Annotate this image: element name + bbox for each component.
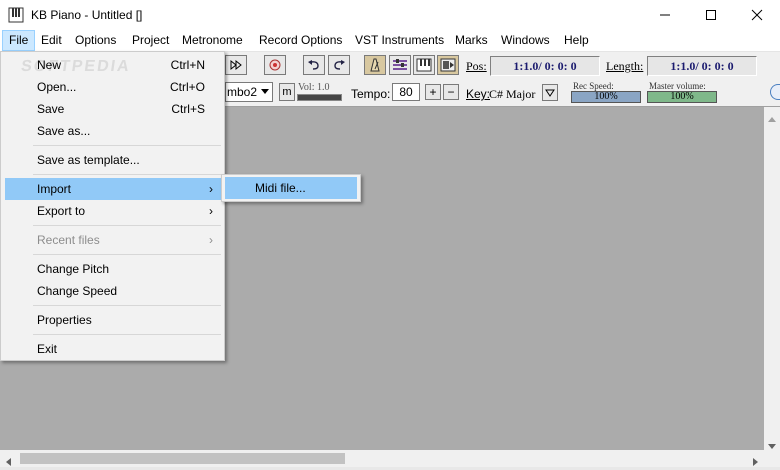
key-dropdown-button[interactable] (542, 84, 558, 101)
volume-label: Vol: 1.0 (298, 82, 330, 93)
master-volume-label: Master volume: (649, 81, 706, 91)
menu-separator (33, 145, 221, 146)
close-button[interactable] (734, 0, 780, 30)
mixer-icon[interactable] (389, 55, 411, 75)
rec-speed-value: 100% (571, 91, 641, 103)
menu-item-label: New (37, 58, 62, 72)
pos-label: Pos: (466, 59, 487, 73)
metronome-icon[interactable] (364, 55, 386, 75)
menu-bar: File Edit Options Project Metronome Reco… (0, 30, 780, 52)
window-title: KB Piano - Untitled [] (31, 8, 143, 22)
record-button[interactable] (264, 55, 286, 75)
master-volume-value: 100% (647, 91, 717, 103)
menu-separator (33, 305, 221, 306)
tempo-minus-button[interactable]: − (443, 84, 459, 100)
rec-speed-control[interactable]: Rec Speed: 100% (571, 81, 643, 103)
tempo-input[interactable]: 80 (392, 83, 420, 101)
menu-item-label: Recent files (37, 233, 100, 247)
menu-item-export-to[interactable]: Export to › (5, 200, 221, 222)
minimize-button[interactable] (642, 0, 688, 30)
menu-marks[interactable]: Marks (449, 30, 494, 51)
menu-item-shortcut: Ctrl+N (170, 58, 205, 72)
menu-item-label: Midi file... (255, 181, 306, 195)
menu-separator (33, 254, 221, 255)
tempo-label: Tempo: (351, 87, 391, 101)
menu-item-save[interactable]: Save Ctrl+S (5, 98, 221, 120)
menu-item-save-as-template[interactable]: Save as template... (5, 149, 221, 171)
menu-item-label: Properties (37, 313, 92, 327)
scroll-up-icon[interactable] (768, 111, 776, 125)
menu-item-change-pitch[interactable]: Change Pitch (5, 258, 221, 280)
redo-icon[interactable] (328, 55, 350, 75)
volume-bar (297, 94, 342, 101)
menu-item-recent-files: Recent files › (5, 229, 221, 251)
menu-item-label: Open... (37, 80, 77, 94)
menu-item-open[interactable]: Open... Ctrl+O (5, 76, 221, 98)
chevron-right-icon: › (209, 233, 213, 247)
chevron-down-icon (260, 85, 270, 100)
tempo-plus-button[interactable]: + (425, 84, 441, 100)
chevron-right-icon: › (209, 204, 213, 218)
play-forward-button[interactable] (225, 55, 247, 75)
rec-speed-label: Rec Speed: (573, 81, 614, 91)
menu-windows[interactable]: Windows (495, 30, 556, 51)
menu-item-save-as[interactable]: Save as... (5, 120, 221, 142)
menu-item-label: Change Speed (37, 284, 118, 298)
extra-toolbar-button[interactable] (770, 84, 780, 100)
menu-separator (33, 225, 221, 226)
menu-item-label: Exit (37, 342, 58, 356)
file-menu: SOFTPEDIA New Ctrl+N Open... Ctrl+O Save… (0, 51, 225, 361)
undo-icon[interactable] (303, 55, 325, 75)
horizontal-scroll-thumb[interactable] (20, 453, 345, 464)
menu-help[interactable]: Help (558, 30, 595, 51)
menu-file[interactable]: File (2, 30, 36, 51)
pos-display: 1:1.0/ 0: 0: 0 (490, 56, 600, 76)
keyboard-icon[interactable] (413, 55, 435, 75)
master-volume-control[interactable]: Master volume: 100% (647, 81, 719, 103)
menu-item-label: Save (37, 102, 65, 116)
key-value: C# Major (489, 87, 536, 101)
menu-separator (33, 174, 221, 175)
key-label: Key: (466, 87, 491, 101)
import-submenu: Midi file... (221, 174, 361, 202)
app-icon (8, 7, 24, 23)
menu-item-exit[interactable]: Exit (5, 338, 221, 360)
menu-item-midi-file[interactable]: Midi file... (225, 177, 357, 199)
scroll-corner (764, 450, 780, 467)
menu-record-options[interactable]: Record Options (253, 30, 348, 51)
menu-separator (33, 334, 221, 335)
menu-item-label: Export to (37, 204, 86, 218)
menu-item-change-speed[interactable]: Change Speed (5, 280, 221, 302)
instrument-combo-value: mbo2 (227, 85, 258, 99)
player-icon[interactable] (437, 55, 459, 75)
instrument-combo[interactable]: mbo2 (225, 82, 273, 102)
menu-item-label: Import (37, 182, 72, 196)
length-label: Length: (606, 59, 644, 73)
menu-item-shortcut: Ctrl+S (171, 102, 205, 116)
menu-metronome[interactable]: Metronome (176, 30, 249, 51)
menu-item-label: Change Pitch (37, 262, 110, 276)
menu-item-label: Save as template... (37, 153, 140, 167)
vertical-scrollbar[interactable] (764, 107, 780, 450)
menu-vst-instruments[interactable]: VST Instruments (349, 30, 450, 51)
menu-item-import[interactable]: Import › (5, 178, 221, 200)
menu-item-label: Save as... (37, 124, 91, 138)
menu-edit[interactable]: Edit (35, 30, 68, 51)
length-display: 1:1.0/ 0: 0: 0 (647, 56, 757, 76)
menu-options[interactable]: Options (69, 30, 122, 51)
menu-item-properties[interactable]: Properties (5, 309, 221, 331)
menu-item-new[interactable]: New Ctrl+N (5, 54, 221, 76)
chevron-right-icon: › (209, 182, 213, 196)
title-bar: KB Piano - Untitled [] (0, 0, 780, 30)
volume-slider[interactable]: Vol: 1.0 (297, 82, 343, 102)
menu-project[interactable]: Project (126, 30, 175, 51)
mute-button[interactable]: m (279, 83, 295, 101)
horizontal-scrollbar[interactable] (0, 450, 764, 467)
maximize-button[interactable] (688, 0, 734, 30)
menu-item-shortcut: Ctrl+O (169, 80, 205, 94)
